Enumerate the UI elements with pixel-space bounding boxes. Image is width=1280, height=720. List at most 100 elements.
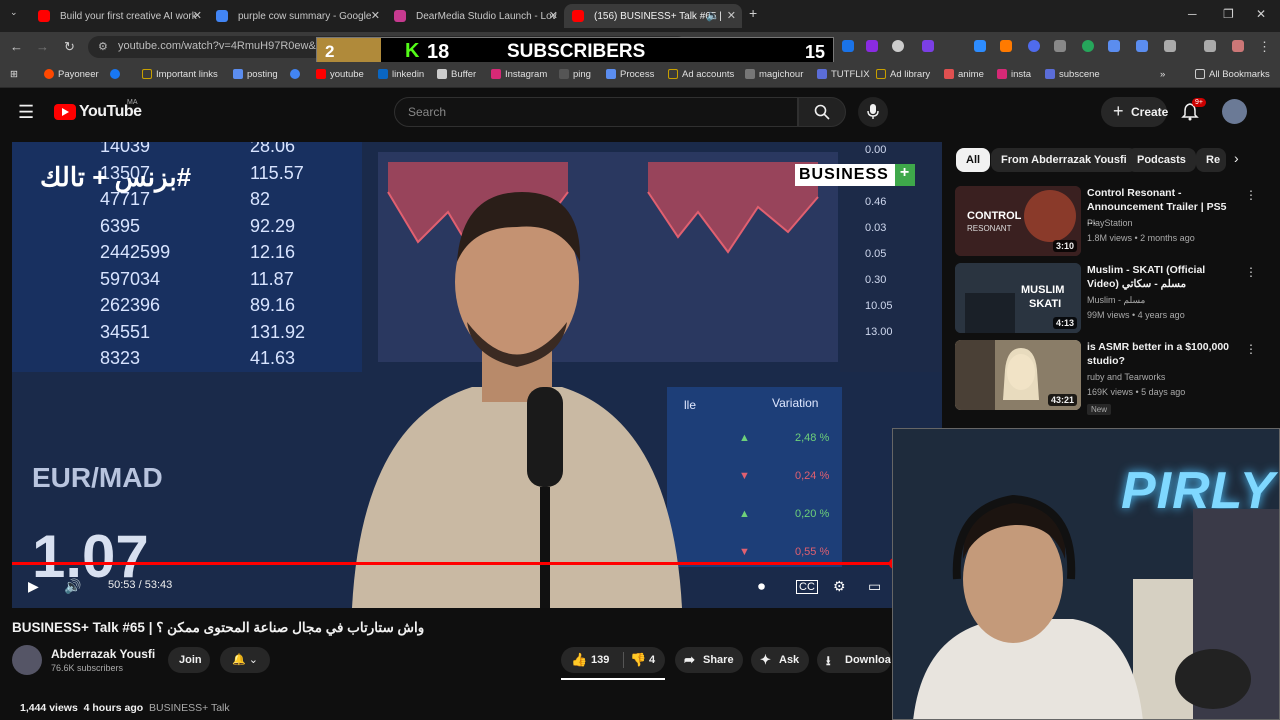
captions-icon[interactable]: CC (796, 580, 818, 594)
autoplay-toggle-icon[interactable]: ⏺ (758, 578, 765, 595)
video-thumbnail[interactable]: MUSLIM SKATI 4:13 (955, 263, 1081, 333)
bookmark-youtube[interactable]: youtube (316, 69, 364, 80)
extension-icon[interactable] (922, 40, 934, 52)
bookmark-magichour[interactable]: magichour (745, 69, 803, 80)
volume-icon[interactable]: 🔊 (64, 578, 81, 595)
bookmark-posting[interactable]: posting (233, 69, 278, 80)
chip-from-channel[interactable]: From Abderrazak Yousfi (991, 148, 1137, 172)
tab-3[interactable]: DearMedia Studio Launch - Lov ✕ (386, 4, 564, 28)
tab-1[interactable]: Build your first creative AI work ✕ (30, 4, 208, 28)
play-icon[interactable]: ▶ (28, 578, 39, 595)
subscribed-notifications-button[interactable]: 🔔 ⌄ (220, 647, 270, 673)
site-info-icon[interactable]: ⚙ (98, 40, 108, 53)
kebab-menu-icon[interactable]: ⋮ (1258, 39, 1271, 55)
bookmark-payoneer[interactable]: Payoneer (44, 69, 99, 80)
thumbs-down-icon[interactable]: 👎 (630, 652, 646, 668)
bookmark-buffer[interactable]: Buffer (437, 69, 476, 80)
channel-name[interactable]: Abderrazak Yousfi (51, 647, 155, 661)
all-bookmarks[interactable]: All Bookmarks (1195, 69, 1270, 80)
tab-2[interactable]: purple cow summary - Google ✕ (208, 4, 386, 28)
hamburger-menu-icon[interactable]: ☰ (18, 102, 34, 123)
recommendation-item[interactable]: 43:21 is ASMR better in a $100,000 studi… (955, 340, 1257, 415)
bookmark-anime[interactable]: anime (944, 69, 984, 80)
extension-icon[interactable] (1136, 40, 1148, 52)
share-button[interactable]: ➦ Share (675, 647, 743, 673)
close-icon[interactable]: ✕ (549, 9, 558, 22)
channel-name[interactable]: PlayStation (1087, 218, 1133, 228)
board-value-column: 0.05 (865, 248, 887, 260)
extension-icon[interactable] (974, 40, 986, 52)
video-thumbnail[interactable]: 43:21 (955, 340, 1081, 410)
close-icon[interactable]: ✕ (727, 9, 736, 22)
close-window-button[interactable]: ✕ (1256, 7, 1266, 21)
video-title[interactable]: is ASMR better in a $100,000 studio? (1087, 340, 1232, 368)
bookmark-label: Payoneer (58, 69, 99, 80)
join-button[interactable]: Join (168, 647, 210, 673)
recommendation-item[interactable]: CONTROL RESONANT 3:10 Control Resonant - … (955, 186, 1257, 260)
forward-icon[interactable]: → (36, 39, 49, 54)
miniplayer-icon[interactable]: ▭ (868, 578, 881, 595)
more-actions-icon[interactable]: ⋮ (1245, 265, 1257, 279)
create-button[interactable]: + Create (1101, 97, 1168, 127)
bookmark-ad-library[interactable]: Ad library (876, 69, 930, 80)
maximize-button[interactable]: ❐ (1223, 7, 1234, 21)
bookmark-important-links[interactable]: Important links (142, 69, 218, 80)
video-title[interactable]: Muslim - SKATI (Official Video) مسلم - س… (1087, 263, 1232, 291)
video-player[interactable]: 14039 13507 47717 6395 2442599 597034 262396 34… (12, 142, 942, 608)
hashtag-link[interactable]: BUSINESS+ Talk (149, 702, 230, 714)
new-tab-button[interactable]: + (749, 5, 757, 21)
reload-icon[interactable]: ↻ (64, 39, 75, 55)
apps-grid-icon[interactable]: ⊞ (10, 69, 18, 80)
voice-search-button[interactable] (858, 97, 888, 127)
bookmark-ad-accounts[interactable]: Ad accounts (668, 69, 734, 80)
close-icon[interactable]: ✕ (193, 9, 202, 22)
user-avatar[interactable] (1222, 99, 1247, 124)
extension-icon[interactable] (1028, 40, 1040, 52)
more-actions-icon[interactable]: ⋮ (1245, 188, 1257, 202)
close-icon[interactable]: ✕ (371, 9, 380, 22)
recommendation-item[interactable]: MUSLIM SKATI 4:13 Muslim - SKATI (Officia… (955, 263, 1257, 337)
download-button[interactable]: ⭳ Download (817, 647, 891, 673)
tab-search-icon[interactable]: ⌄ (10, 7, 18, 18)
more-bookmarks-icon[interactable]: » (1160, 69, 1165, 80)
mute-icon[interactable]: 🔈 (706, 9, 720, 22)
extension-icon[interactable] (1204, 40, 1216, 52)
tab-4-active[interactable]: (156) BUSINESS+ Talk #65 | 🔈 ✕ (564, 4, 742, 28)
extension-icon[interactable] (1082, 40, 1094, 52)
bookmark-ping[interactable]: ping (559, 69, 591, 80)
dislike-count[interactable]: 4 (649, 654, 655, 666)
search-input[interactable]: Search (394, 97, 798, 127)
search-button[interactable] (798, 97, 846, 127)
progress-bar[interactable] (12, 558, 942, 569)
chip-podcasts[interactable]: Podcasts (1127, 148, 1196, 172)
chip-all[interactable]: All (956, 148, 991, 172)
minimize-button[interactable]: ─ (1188, 7, 1197, 21)
channel-name[interactable]: Muslim - مسلم (1087, 295, 1145, 306)
video-thumbnail[interactable]: CONTROL RESONANT 3:10 (955, 186, 1081, 256)
settings-gear-icon[interactable]: ⚙ (833, 578, 846, 595)
extension-icon[interactable] (866, 40, 878, 52)
bookmark-linkedin[interactable]: linkedin (378, 69, 424, 80)
extension-icon[interactable] (1000, 40, 1012, 52)
bookmark-process[interactable]: Process (606, 69, 654, 80)
extension-icon[interactable] (1054, 40, 1066, 52)
channel-name[interactable]: ruby and Tearworks (1087, 372, 1165, 382)
extension-icon[interactable] (892, 40, 904, 52)
like-count[interactable]: 139 (591, 654, 609, 666)
extension-icon[interactable] (1108, 40, 1120, 52)
bookmark-subscene[interactable]: subscene (1045, 69, 1100, 80)
bookmark-instagram[interactable]: Instagram (491, 69, 547, 80)
chip-related[interactable]: Re (1196, 148, 1226, 172)
youtube-logo-icon[interactable] (54, 104, 76, 120)
chevron-right-icon[interactable]: › (1234, 150, 1239, 166)
channel-avatar[interactable] (12, 645, 42, 675)
back-icon[interactable]: ← (10, 39, 23, 54)
ask-button[interactable]: ✦ Ask (751, 647, 809, 673)
more-actions-icon[interactable]: ⋮ (1245, 342, 1257, 356)
bookmark-insta[interactable]: insta (997, 69, 1031, 80)
extension-icon[interactable] (842, 40, 854, 52)
profile-icon[interactable] (1232, 40, 1244, 52)
extensions-puzzle-icon[interactable] (1164, 40, 1176, 52)
bookmark-tutflix[interactable]: TUTFLIX (817, 69, 870, 80)
thumbs-up-icon[interactable]: 👍 (571, 652, 587, 668)
